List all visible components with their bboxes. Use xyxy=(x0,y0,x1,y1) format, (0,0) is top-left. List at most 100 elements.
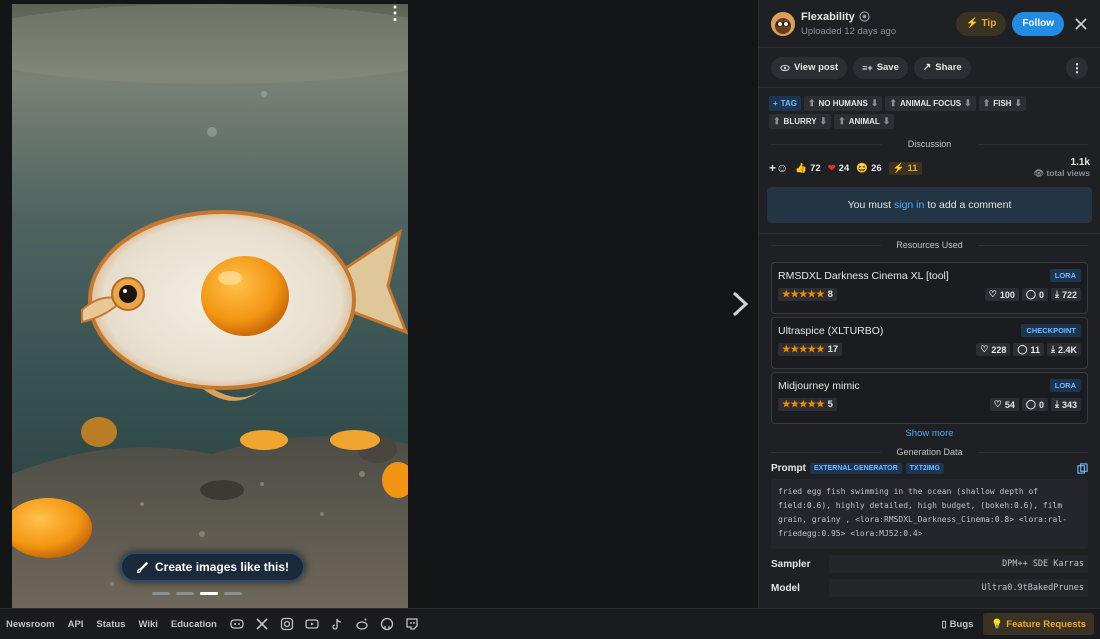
tag-chip[interactable]: ⬆ FISH ⬇ xyxy=(978,96,1027,111)
comments-stat: ◯ 0 xyxy=(1021,288,1048,301)
youtube-icon[interactable] xyxy=(305,617,319,631)
copy-icon[interactable] xyxy=(1077,463,1088,474)
save-button[interactable]: ≡+ Save xyxy=(853,56,908,79)
like-reaction[interactable]: 👍 72 xyxy=(795,163,820,174)
page-dot[interactable] xyxy=(176,592,194,595)
heart-icon: ❤ xyxy=(827,162,836,174)
tip-button[interactable]: ⚡ Tip xyxy=(956,11,1007,36)
footer-link-status[interactable]: Status xyxy=(96,619,125,630)
discord-icon[interactable] xyxy=(230,617,244,631)
prompt-text: fried egg fish swimming in the ocean (sh… xyxy=(771,479,1088,549)
discussion-title: Discussion xyxy=(759,139,1100,149)
eye-icon xyxy=(780,64,790,71)
show-more-link[interactable]: Show more xyxy=(759,428,1100,439)
next-image-arrow-icon[interactable] xyxy=(728,289,752,319)
image-options-icon[interactable]: ⋮ xyxy=(386,4,404,22)
author-name[interactable]: Flexability xyxy=(801,11,855,23)
view-post-button[interactable]: View post xyxy=(771,56,848,79)
creator-badge-icon xyxy=(859,11,870,22)
close-icon[interactable] xyxy=(1074,17,1088,31)
upvote-icon[interactable]: ⬆ xyxy=(889,98,897,109)
footer: Newsroom API Status Wiki Education ▯ Bug… xyxy=(0,608,1100,639)
signin-prefix: You must xyxy=(847,199,891,211)
tiktok-icon[interactable] xyxy=(330,617,344,631)
github-icon[interactable] xyxy=(380,617,394,631)
footer-link-wiki[interactable]: Wiki xyxy=(138,619,157,630)
sampler-row: Sampler DPM++ SDE Karras xyxy=(759,555,1100,573)
signin-suffix: to add a comment xyxy=(927,199,1012,211)
footer-link-newsroom[interactable]: Newsroom xyxy=(6,619,55,630)
downvote-icon[interactable]: ⬇ xyxy=(964,98,972,109)
tag-label: NO HUMANS xyxy=(818,99,868,108)
twitch-icon[interactable] xyxy=(405,617,419,631)
boost-reaction[interactable]: ⚡ 11 xyxy=(888,161,922,175)
resource-card[interactable]: Midjourney mimic LORA ★★★★★ 5 ♡ 54 ◯ 0 ⤓ 343 xyxy=(771,372,1088,424)
follow-button[interactable]: Follow xyxy=(1012,11,1064,36)
sampler-label: Sampler xyxy=(771,558,811,570)
rating-count: 8 xyxy=(827,289,833,300)
upvote-icon[interactable]: ⬆ xyxy=(838,116,846,127)
tag-chip[interactable]: ⬆ ANIMAL FOCUS ⬇ xyxy=(885,96,976,111)
likes-stat: ♡ 228 xyxy=(976,343,1011,356)
downvote-icon[interactable]: ⬇ xyxy=(1014,98,1022,109)
upvote-icon[interactable]: ⬆ xyxy=(808,98,816,109)
lightbulb-icon: 💡 xyxy=(991,618,1004,630)
avatar[interactable] xyxy=(771,11,795,36)
more-options-icon[interactable]: ⋮ xyxy=(1066,56,1088,79)
footer-link-education[interactable]: Education xyxy=(171,619,217,630)
comments-count: 0 xyxy=(1038,399,1044,410)
add-tag-label: TAG xyxy=(780,99,797,108)
instagram-icon[interactable] xyxy=(280,617,294,631)
comment-icon: ◯ xyxy=(1025,289,1036,299)
rating-count: 5 xyxy=(827,399,833,410)
brush-icon xyxy=(137,561,149,573)
upload-time: Uploaded 12 days ago xyxy=(801,25,897,37)
laugh-reaction[interactable]: 😆 26 xyxy=(856,163,881,174)
page-dot[interactable] xyxy=(224,592,242,595)
resource-name: RMSDXL Darkness Cinema XL [tool] xyxy=(778,269,949,282)
divider xyxy=(759,233,1100,234)
create-images-button[interactable]: Create images like this! xyxy=(120,552,306,582)
add-reaction-icon[interactable]: +☺ xyxy=(769,161,788,175)
add-tag-button[interactable]: + TAG xyxy=(769,96,801,111)
tag-label: ANIMAL FOCUS xyxy=(899,99,962,108)
bugs-label: Bugs xyxy=(949,618,974,630)
model-value: Ultra0.9tBakedPrunes xyxy=(829,579,1088,597)
image-viewer: ⋮ Create images like this! xyxy=(0,0,758,608)
model-label: Model xyxy=(771,582,800,594)
downvote-icon[interactable]: ⬇ xyxy=(820,116,828,127)
comment-icon: ◯ xyxy=(1025,399,1036,409)
resource-card[interactable]: Ultraspice (XLTURBO) CHECKPOINT ★★★★★ 17 ♡… xyxy=(771,317,1088,369)
likes-stat: ♡ 100 xyxy=(984,288,1019,301)
likes-stat: ♡ 54 xyxy=(989,398,1019,411)
plus-icon: + xyxy=(773,99,778,108)
resource-card[interactable]: RMSDXL Darkness Cinema XL [tool] LORA ★★★… xyxy=(771,262,1088,314)
tag-chip[interactable]: ⬆ BLURRY ⬇ xyxy=(769,114,832,129)
laugh-count: 26 xyxy=(871,162,882,174)
heart-outline-icon: ♡ xyxy=(993,399,1002,409)
boost-count: 11 xyxy=(907,162,918,174)
tag-chip[interactable]: ⬆ NO HUMANS ⬇ xyxy=(803,96,883,111)
heart-reaction[interactable]: ❤ 24 xyxy=(828,163,850,174)
footer-link-api[interactable]: API xyxy=(68,619,84,630)
share-button[interactable]: ↗ Share xyxy=(913,56,971,79)
downvote-icon[interactable]: ⬇ xyxy=(871,98,879,109)
upvote-icon[interactable]: ⬆ xyxy=(773,116,781,127)
save-label: Save xyxy=(876,62,899,73)
page-dot-active[interactable] xyxy=(200,592,218,595)
upvote-icon[interactable]: ⬆ xyxy=(983,98,991,109)
page-dot[interactable] xyxy=(152,592,170,595)
heart-count: 24 xyxy=(838,162,850,174)
bugs-link[interactable]: ▯ Bugs xyxy=(941,619,973,630)
resource-type-badge: LORA xyxy=(1049,379,1081,392)
tag-chip[interactable]: ⬆ ANIMAL ⬇ xyxy=(834,114,895,129)
reddit-icon[interactable] xyxy=(355,617,369,631)
x-icon[interactable] xyxy=(255,617,269,631)
resource-name: Ultraspice (XLTURBO) xyxy=(778,324,884,337)
reactions-bar: +☺ 👍 72 ❤ 24 😆 26 ⚡ 11 1.1k 👁 total views xyxy=(759,155,1100,181)
sign-in-link[interactable]: sign in xyxy=(894,199,924,211)
comment-icon: ◯ xyxy=(1017,344,1028,354)
feature-requests-button[interactable]: 💡 Feature Requests xyxy=(983,613,1094,635)
star-rating-icon: ★★★★★ xyxy=(782,344,825,355)
downvote-icon[interactable]: ⬇ xyxy=(883,116,891,127)
